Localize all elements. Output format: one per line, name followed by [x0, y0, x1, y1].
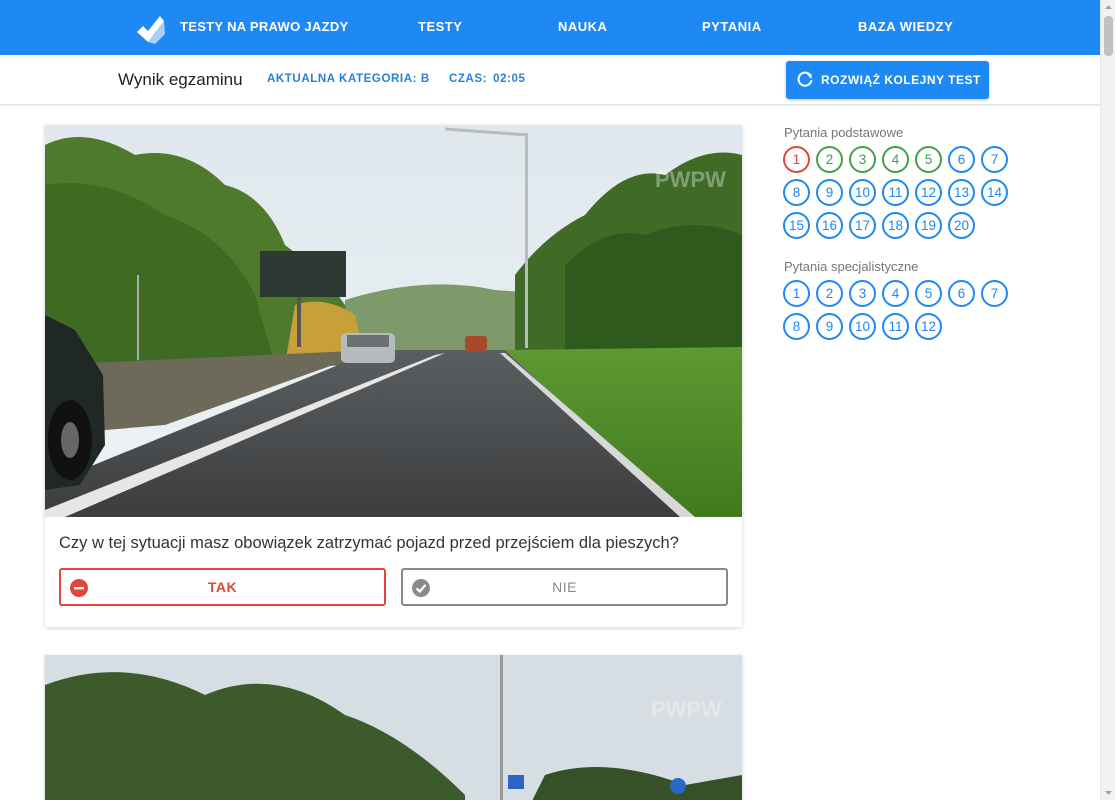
scroll-up-arrow-icon[interactable]	[1101, 0, 1115, 15]
brand-title[interactable]: TESTY NA PRAWO JAZDY	[180, 19, 349, 34]
basic-question-19[interactable]: 19	[915, 212, 942, 239]
next-question-image: PWPW	[45, 655, 742, 800]
special-question-6[interactable]: 6	[948, 280, 975, 307]
refresh-icon	[797, 71, 813, 87]
basic-question-6[interactable]: 6	[948, 146, 975, 173]
next-question-card: PWPW	[45, 655, 742, 800]
basic-question-13[interactable]: 13	[948, 179, 975, 206]
watermark-text: PWPW	[655, 167, 726, 192]
basic-question-2[interactable]: 2	[816, 146, 843, 173]
basic-question-5[interactable]: 5	[915, 146, 942, 173]
basic-question-10[interactable]: 10	[849, 179, 876, 206]
scrollbar[interactable]	[1100, 0, 1115, 800]
special-question-7[interactable]: 7	[981, 280, 1008, 307]
watermark-text-2: PWPW	[651, 697, 722, 722]
next-test-button[interactable]: ROZWIĄŻ KOLEJNY TEST	[786, 61, 989, 99]
special-question-12[interactable]: 12	[915, 313, 942, 340]
basic-question-3[interactable]: 3	[849, 146, 876, 173]
page-title: Wynik egzaminu	[118, 70, 243, 89]
time-display: CZAS: 02:05	[449, 73, 526, 85]
basic-question-20[interactable]: 20	[948, 212, 975, 239]
basic-question-14[interactable]: 14	[981, 179, 1008, 206]
next-test-label: ROZWIĄŻ KOLEJNY TEST	[821, 73, 981, 87]
time-value: 02:05	[493, 73, 526, 85]
basic-question-11[interactable]: 11	[882, 179, 909, 206]
nav-link-nauka[interactable]: NAUKA	[558, 19, 607, 34]
basic-question-12[interactable]: 12	[915, 179, 942, 206]
special-question-8[interactable]: 8	[783, 313, 810, 340]
scrollbar-thumb[interactable]	[1104, 16, 1113, 56]
current-category: AKTUALNA KATEGORIA: B	[267, 73, 430, 85]
top-navbar: TESTY NA PRAWO JAZDY TESTY NAUKA PYTANIA…	[0, 0, 1100, 55]
basic-question-7[interactable]: 7	[981, 146, 1008, 173]
question-image: PWPW	[45, 125, 742, 517]
basic-question-18[interactable]: 18	[882, 212, 909, 239]
time-label: CZAS:	[449, 73, 488, 85]
answer-yes-button[interactable]: TAK	[59, 568, 386, 606]
special-question-5[interactable]: 5	[915, 280, 942, 307]
answer-yes-label: TAK	[207, 579, 238, 595]
nav-link-baza-wiedzy[interactable]: BAZA WIEDZY	[858, 19, 953, 34]
result-header-bar: Wynik egzaminu AKTUALNA KATEGORIA: B CZA…	[0, 55, 1100, 105]
special-question-4[interactable]: 4	[882, 280, 909, 307]
basic-question-9[interactable]: 9	[816, 179, 843, 206]
question-text: Czy w tej sytuacji masz obowiązek zatrzy…	[59, 534, 679, 552]
basic-question-15[interactable]: 15	[783, 212, 810, 239]
special-question-9[interactable]: 9	[816, 313, 843, 340]
special-question-11[interactable]: 11	[882, 313, 909, 340]
nav-link-pytania[interactable]: PYTANIA	[702, 19, 762, 34]
basic-questions-title: Pytania podstawowe	[784, 125, 904, 140]
special-question-1[interactable]: 1	[783, 280, 810, 307]
scroll-down-arrow-icon[interactable]	[1101, 785, 1115, 800]
special-question-10[interactable]: 10	[849, 313, 876, 340]
special-questions-title: Pytania specjalistyczne	[784, 259, 919, 274]
answer-no-button[interactable]: NIE	[401, 568, 728, 606]
answer-no-label: NIE	[552, 579, 577, 595]
page: TESTY NA PRAWO JAZDY TESTY NAUKA PYTANIA…	[0, 0, 1115, 800]
checkmark-logo-icon[interactable]	[133, 12, 167, 46]
basic-question-4[interactable]: 4	[882, 146, 909, 173]
basic-question-1[interactable]: 1	[783, 146, 810, 173]
special-question-2[interactable]: 2	[816, 280, 843, 307]
question-card: PWPW Czy w tej sytuacji masz obowiązek z…	[45, 125, 742, 627]
basic-question-17[interactable]: 17	[849, 212, 876, 239]
basic-question-16[interactable]: 16	[816, 212, 843, 239]
basic-question-8[interactable]: 8	[783, 179, 810, 206]
special-question-3[interactable]: 3	[849, 280, 876, 307]
nav-link-testy[interactable]: TESTY	[418, 19, 462, 34]
